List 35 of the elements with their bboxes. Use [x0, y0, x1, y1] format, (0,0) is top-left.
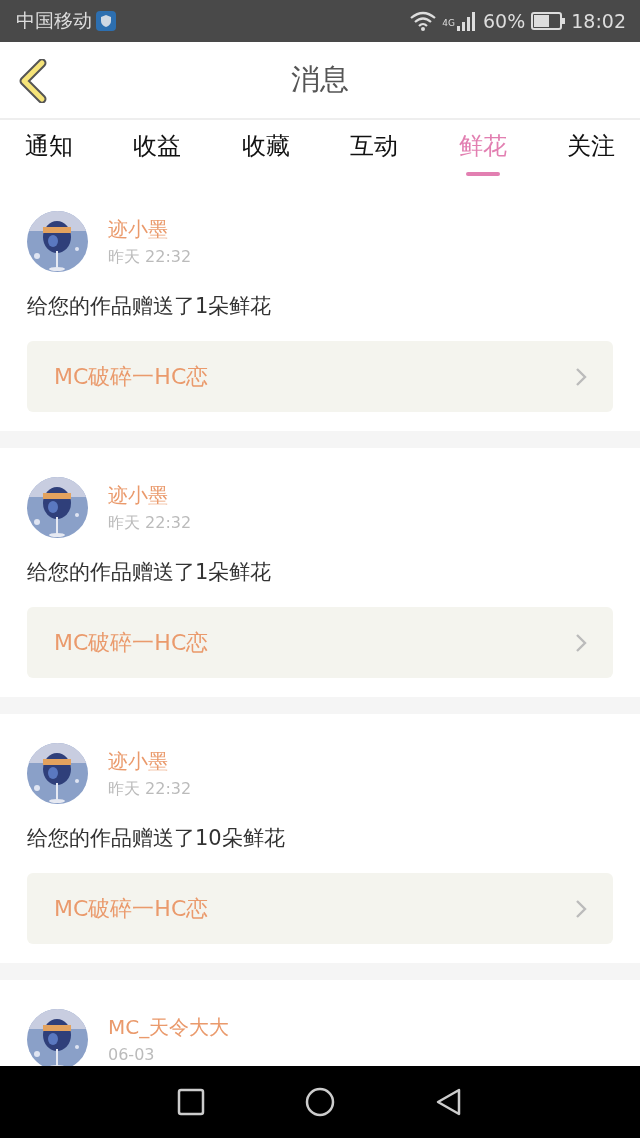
- work-link[interactable]: MC破碎一HC恋: [27, 341, 613, 412]
- message-time: 06-03: [108, 1043, 156, 1066]
- chevron-icon: [575, 632, 587, 653]
- user-name[interactable]: 迹小墨: [108, 747, 192, 774]
- message-time: 昨天 22:32: [108, 511, 192, 534]
- user-name[interactable]: 迹小墨: [108, 481, 192, 508]
- tab[interactable]: 关注: [566, 120, 615, 176]
- user-name[interactable]: MC_天令大大: [108, 1013, 230, 1040]
- back-nav-button[interactable]: [435, 1087, 463, 1117]
- network-label: 4G: [442, 18, 455, 28]
- tab[interactable]: 互动: [350, 120, 399, 176]
- work-link[interactable]: MC破碎一HC恋: [27, 873, 613, 944]
- clock-time: 18:02: [571, 10, 626, 32]
- tab[interactable]: 通知: [25, 120, 73, 176]
- chevron-icon: [575, 898, 587, 919]
- page-title: 消息: [291, 61, 349, 98]
- user-name[interactable]: 迹小墨: [108, 215, 192, 242]
- home-button[interactable]: [305, 1087, 335, 1117]
- message-time: 昨天 22:32: [108, 245, 192, 268]
- chevron-icon: [575, 366, 587, 387]
- carrier-name: 中国移动: [16, 8, 92, 33]
- tab[interactable]: 鲜花: [458, 120, 507, 176]
- message-text: 给您的作品赠送了1朵鲜花: [27, 559, 273, 586]
- tab[interactable]: 收益: [133, 120, 182, 176]
- wifi-icon: [410, 11, 437, 31]
- tab[interactable]: 收藏: [241, 120, 290, 176]
- battery-icon: [531, 12, 566, 30]
- message-text: 给您的作品赠送了10朵鲜花: [27, 825, 286, 852]
- shield-icon: [96, 11, 116, 31]
- signal-icon: [457, 11, 477, 31]
- message-time: 昨天 22:32: [108, 777, 192, 800]
- battery-percent: 60%: [483, 10, 526, 32]
- work-link[interactable]: MC破碎一HC恋: [27, 607, 613, 678]
- message-text: 给您的作品赠送了1朵鲜花: [27, 293, 273, 320]
- recent-apps-button[interactable]: [177, 1088, 205, 1116]
